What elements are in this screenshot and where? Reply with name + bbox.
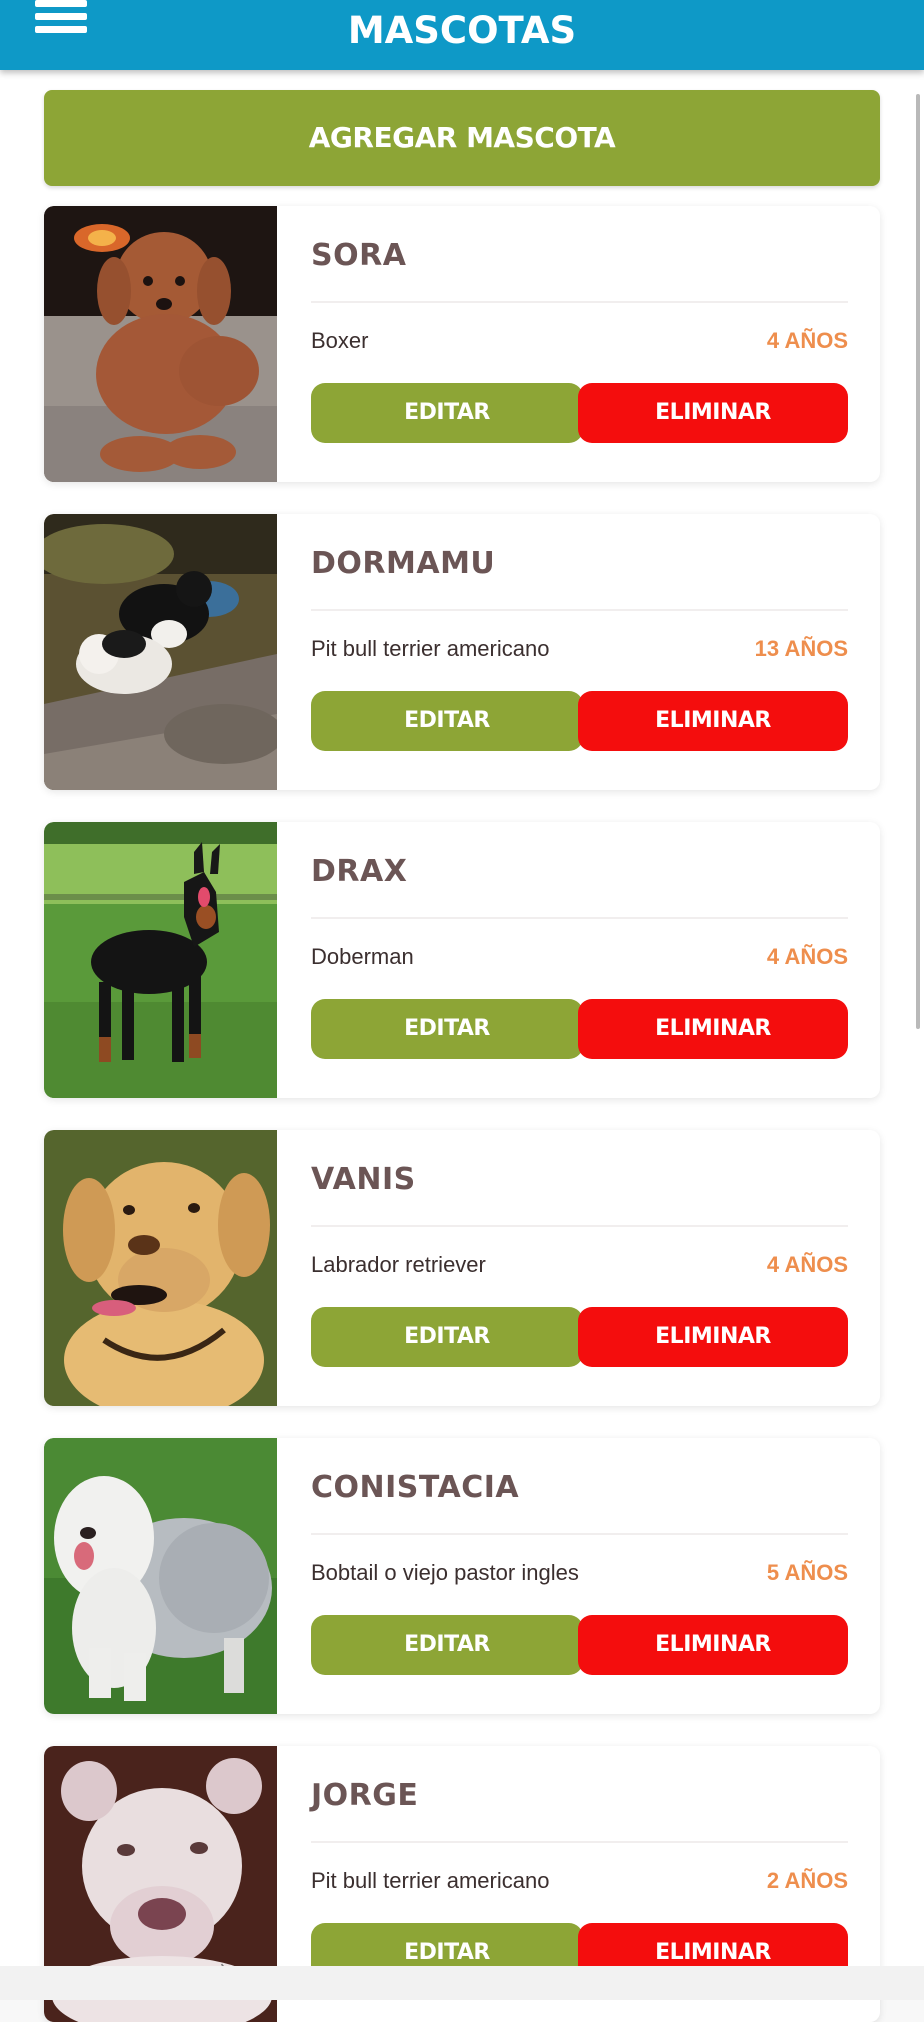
divider (311, 917, 848, 919)
pet-card: DORMAMU Pit bull terrier americano 13 AÑ… (44, 514, 880, 790)
pet-card: DRAX Doberman 4 AÑOS EDITAR ELIMINAR (44, 822, 880, 1098)
pet-card: SORA Boxer 4 AÑOS EDITAR ELIMINAR (44, 206, 880, 482)
pet-name: DORMAMU (311, 546, 496, 581)
divider (311, 609, 848, 611)
pet-breed: Pit bull terrier americano (311, 636, 550, 661)
edit-button[interactable]: EDITAR (311, 383, 583, 443)
pet-age: 5 AÑOS (766, 1560, 848, 1585)
pet-age: 4 AÑOS (766, 328, 848, 353)
pet-card: VANIS Labrador retriever 4 AÑOS EDITAR E… (44, 1130, 880, 1406)
bottom-edge (0, 1966, 924, 2000)
pet-breed: Bobtail o viejo pastor ingles (311, 1560, 579, 1585)
pet-photo (44, 1130, 277, 1406)
pet-breed: Boxer (311, 328, 369, 353)
edit-button[interactable]: EDITAR (311, 1307, 583, 1367)
add-pet-button[interactable]: AGREGAR MASCOTA (44, 90, 880, 186)
edit-button[interactable]: EDITAR (311, 999, 583, 1059)
page-title: MASCOTAS (347, 9, 577, 52)
delete-button[interactable]: ELIMINAR (578, 691, 848, 751)
pet-name: DRAX (311, 854, 408, 889)
pet-name: VANIS (311, 1162, 416, 1197)
delete-button[interactable]: ELIMINAR (578, 383, 848, 443)
divider (311, 301, 848, 303)
pet-age: 4 AÑOS (766, 1252, 848, 1277)
delete-button[interactable]: ELIMINAR (578, 1307, 848, 1367)
pet-breed: Doberman (311, 944, 414, 969)
edit-button[interactable]: EDITAR (311, 691, 583, 751)
delete-button[interactable]: ELIMINAR (578, 999, 848, 1059)
pet-name: JORGE (311, 1778, 419, 1813)
divider (311, 1841, 848, 1843)
divider (311, 1533, 848, 1535)
pet-photo (44, 514, 277, 790)
pet-age: 4 AÑOS (766, 944, 848, 969)
scrollbar[interactable] (916, 94, 920, 1029)
edit-button[interactable]: EDITAR (311, 1615, 583, 1675)
delete-button[interactable]: ELIMINAR (578, 1615, 848, 1675)
pet-breed: Pit bull terrier americano (311, 1868, 550, 1893)
pet-breed: Labrador retriever (311, 1252, 486, 1277)
pet-age: 2 AÑOS (766, 1868, 848, 1893)
pet-photo (44, 822, 277, 1098)
pet-photo (44, 1438, 277, 1714)
pet-age: 13 AÑOS (754, 636, 848, 661)
divider (311, 1225, 848, 1227)
pet-name: SORA (311, 238, 407, 273)
pet-name: CONISTACIA (311, 1470, 520, 1505)
app-header: MASCOTAS (0, 0, 924, 70)
pet-photo (44, 206, 277, 482)
pet-card: CONISTACIA Bobtail o viejo pastor ingles… (44, 1438, 880, 1714)
